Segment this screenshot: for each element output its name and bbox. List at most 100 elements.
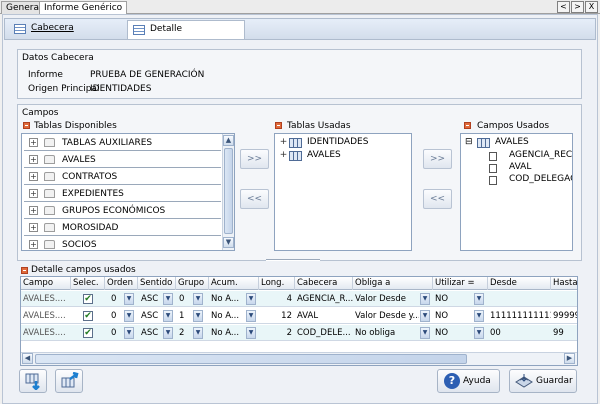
col-header-grupo[interactable]: Grupo [176,277,209,290]
tree-field-item[interactable]: COD_DELEGAC [489,174,572,187]
expand-icon[interactable]: + [29,240,38,249]
col-header-cabecera[interactable]: Cabecera [295,277,353,290]
cell-long[interactable]: 4 [261,291,292,307]
cell-desde[interactable]: 111111111111 [490,308,551,324]
campos-usados-tree[interactable]: ⊟ AVALES AGENCIA_RECE AVAL COD_DELEGAC [460,133,573,251]
tab-informe-generico[interactable]: Informe Genérico [39,1,128,15]
cell-orden[interactable]: 0 [111,325,121,341]
guardar-button[interactable]: Guardar [509,369,577,393]
cell-sentido[interactable]: ASC [141,308,161,324]
add-field-button[interactable]: >> [423,149,452,169]
detalle-grid[interactable]: Campo Selec. Orden Sentido Grupo Acum. L… [20,276,578,366]
cell-acum[interactable]: No A... [211,291,245,307]
scroll-right-icon[interactable]: ▶ [564,353,575,364]
dropdown-icon[interactable]: ▼ [124,310,134,322]
scroll-thumb[interactable] [224,148,233,234]
dropdown-icon[interactable]: ▼ [474,310,484,322]
tab-cabecera[interactable]: Cabecera [9,20,127,39]
cell-utilizar[interactable]: NO [435,308,471,324]
checkbox-selec[interactable]: ✔ [83,328,93,338]
dropdown-icon[interactable]: ▼ [124,327,134,339]
splitter-handle[interactable] [266,259,320,261]
dropdown-icon[interactable]: ▼ [193,293,203,305]
list-item[interactable]: + EXPEDIENTES [24,187,221,202]
cell-orden[interactable]: 0 [111,291,121,307]
dropdown-icon[interactable]: ▼ [420,293,430,305]
scroll-up-icon[interactable]: ▲ [223,135,234,146]
export-button[interactable] [55,369,83,393]
cell-sentido[interactable]: ASC [141,325,161,341]
cell-cabecera[interactable]: AGENCIA_R... [297,291,353,307]
col-header-orden[interactable]: Orden [105,277,138,290]
dropdown-icon[interactable]: ▼ [246,310,256,322]
col-header-hasta[interactable]: Hasta [551,277,577,290]
tab-detalle[interactable]: Detalle [127,20,245,39]
cell-desde[interactable]: 00 [490,325,551,341]
detalle-hscrollbar[interactable]: ◀ ▶ [21,352,577,365]
checkbox-selec[interactable]: ✔ [83,294,93,304]
col-header-campo[interactable]: Campo [21,277,71,290]
remove-table-button[interactable]: << [240,189,269,209]
tab-prev-button[interactable]: < [557,1,570,13]
table-row[interactable]: AVALES.... ✔ 0 ▼ ASC ▼ 1 ▼ No A... ▼ 12 … [21,308,577,324]
import-button[interactable] [19,369,47,393]
col-header-long[interactable]: Long. [259,277,295,290]
cell-utilizar[interactable]: NO [435,291,471,307]
tree-item-avales[interactable]: ⊟ AVALES [465,137,572,150]
table-row[interactable]: AVALES.... ✔ 0 ▼ ASC ▼ 2 ▼ No A... ▼ 2 C… [21,325,577,341]
cell-desde[interactable] [490,291,551,307]
expand-icon[interactable]: + [29,138,38,147]
expand-icon[interactable]: + [29,189,38,198]
col-header-utilizar[interactable]: Utilizar = [433,277,488,290]
cell-grupo[interactable]: 0 [179,291,189,307]
dropdown-icon[interactable]: ▼ [474,293,484,305]
ayuda-button[interactable]: ? Ayuda [437,369,500,393]
remove-field-button[interactable]: << [423,189,452,209]
collapse-icon[interactable]: ⊟ [465,137,473,147]
dropdown-icon[interactable]: ▼ [420,327,430,339]
cell-obliga[interactable]: Valor Desde y... [355,308,419,324]
cell-orden[interactable]: 0 [111,308,121,324]
tablas-usadas-list[interactable]: + IDENTIDADES + AVALES [274,133,412,251]
tree-item-avales[interactable]: + AVALES [279,150,409,163]
dropdown-icon[interactable]: ▼ [163,293,173,305]
dropdown-icon[interactable]: ▼ [193,310,203,322]
dropdown-icon[interactable]: ▼ [163,310,173,322]
col-header-acum[interactable]: Acum. [209,277,259,290]
list-item[interactable]: + TABLAS AUXILIARES [24,136,221,151]
checkbox-selec[interactable]: ✔ [83,311,93,321]
col-header-obliga[interactable]: Obliga a [353,277,433,290]
list-item[interactable]: + MOROSIDAD [24,221,221,236]
col-header-selec[interactable]: Selec. [71,277,105,290]
dropdown-icon[interactable]: ▼ [246,327,256,339]
scroll-left-icon[interactable]: ◀ [22,353,33,364]
expand-icon[interactable]: + [29,172,38,181]
col-header-sentido[interactable]: Sentido [138,277,176,290]
add-table-button[interactable]: >> [240,149,269,169]
list-item[interactable]: + GRUPOS ECONÓMICOS [24,204,221,219]
cell-cabecera[interactable]: COD_DELE... [297,325,353,341]
expand-icon[interactable]: + [29,206,38,215]
expand-icon[interactable]: + [279,138,288,148]
cell-utilizar[interactable]: NO [435,325,471,341]
cell-long[interactable]: 2 [261,325,292,341]
dropdown-icon[interactable]: ▼ [246,293,256,305]
cell-acum[interactable]: No A... [211,325,245,341]
list-item[interactable]: + CONTRATOS [24,170,221,185]
cell-grupo[interactable]: 2 [179,325,189,341]
scroll-thumb[interactable] [35,354,467,364]
cell-obliga[interactable]: Valor Desde [355,291,419,307]
dropdown-icon[interactable]: ▼ [420,310,430,322]
scroll-down-icon[interactable]: ▼ [223,237,234,248]
tablas-disponibles-list[interactable]: + TABLAS AUXILIARES + AVALES + CONTRATOS… [21,133,235,251]
expand-icon[interactable]: + [29,155,38,164]
dropdown-icon[interactable]: ▼ [193,327,203,339]
col-header-desde[interactable]: Desde [488,277,551,290]
table-row[interactable]: AVALES.... ✔ 0 ▼ ASC ▼ 0 ▼ No A... ▼ 4 A… [21,291,577,307]
cell-sentido[interactable]: ASC [141,291,161,307]
list-item[interactable]: + SOCIOS [24,238,221,250]
tablas-disponibles-scrollbar[interactable]: ▲ ▼ [222,134,234,250]
cell-hasta[interactable]: 99 [553,325,577,341]
cell-long[interactable]: 12 [261,308,292,324]
tree-item-identidades[interactable]: + IDENTIDADES [279,137,409,150]
